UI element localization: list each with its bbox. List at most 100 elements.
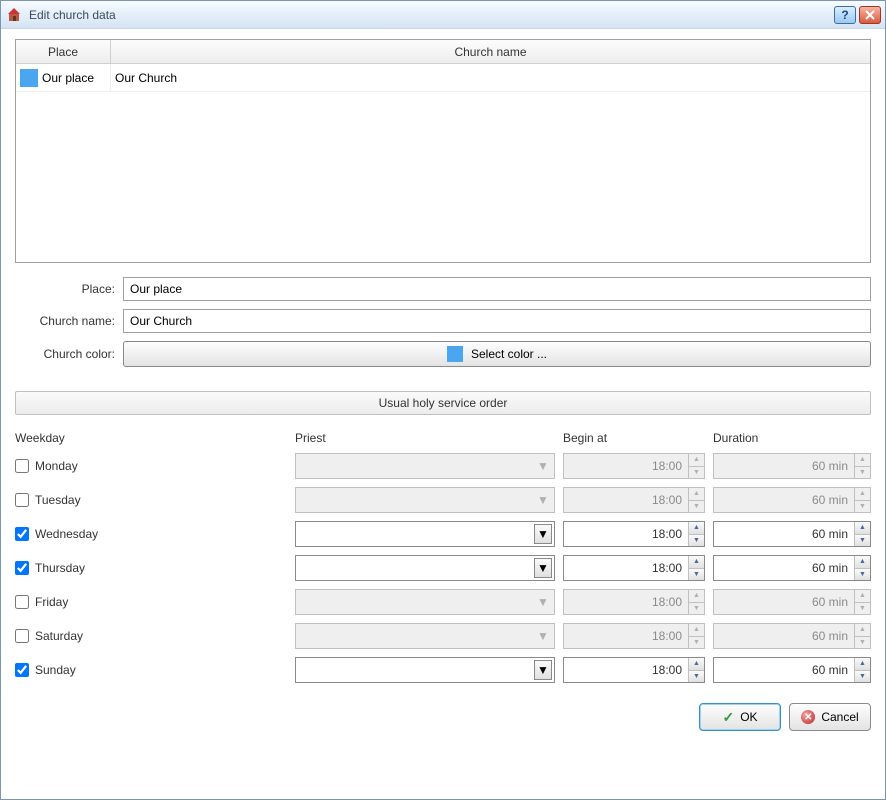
weekday-checkbox-monday[interactable] <box>15 459 29 473</box>
duration-spinner[interactable]: 60 min▲▼ <box>713 657 871 683</box>
spin-up-icon[interactable]: ▲ <box>855 522 870 535</box>
schedule-row-monday: Monday▼18:00▲▼60 min▲▼ <box>15 449 871 483</box>
spin-controls: ▲▼ <box>688 522 704 546</box>
ok-button[interactable]: ✓ OK <box>699 703 781 731</box>
weekday-label: Wednesday <box>35 527 98 541</box>
duration-value: 60 min <box>714 459 854 473</box>
app-icon <box>7 7 23 23</box>
place-input[interactable] <box>123 277 871 301</box>
weekday-checkbox-thursday[interactable] <box>15 561 29 575</box>
duration-spinner[interactable]: 60 min▲▼ <box>713 555 871 581</box>
spin-down-icon[interactable]: ▼ <box>689 569 704 581</box>
chevron-down-icon: ▼ <box>534 626 552 646</box>
col-header-begin: Begin at <box>555 431 705 445</box>
duration-value: 60 min <box>714 527 854 541</box>
begin-value: 18:00 <box>564 561 688 575</box>
duration-value: 60 min <box>714 663 854 677</box>
spin-down-icon[interactable]: ▼ <box>855 535 870 547</box>
duration-value: 60 min <box>714 561 854 575</box>
schedule-row-sunday: Sunday▼18:00▲▼60 min▲▼ <box>15 653 871 687</box>
window-title: Edit church data <box>29 8 834 22</box>
spin-up-icon[interactable]: ▲ <box>689 522 704 535</box>
schedule-row-friday: Friday▼18:00▲▼60 min▲▼ <box>15 585 871 619</box>
spin-down-icon[interactable]: ▼ <box>855 569 870 581</box>
color-swatch-icon <box>447 346 463 362</box>
weekday-cell: Sunday <box>15 663 295 677</box>
begin-spinner: 18:00▲▼ <box>563 589 705 615</box>
begin-value: 18:00 <box>564 663 688 677</box>
priest-dropdown: ▼ <box>295 589 555 615</box>
duration-value: 60 min <box>714 629 854 643</box>
weekday-checkbox-wednesday[interactable] <box>15 527 29 541</box>
priest-cell: ▼ <box>295 623 555 649</box>
duration-cell: 60 min▲▼ <box>705 487 871 513</box>
spin-down-icon: ▼ <box>855 637 870 649</box>
church-color-label: Church color: <box>15 347 115 361</box>
chevron-down-icon: ▼ <box>534 592 552 612</box>
spin-controls: ▲▼ <box>854 556 870 580</box>
spin-up-icon[interactable]: ▲ <box>855 658 870 671</box>
spin-down-icon: ▼ <box>689 603 704 615</box>
priest-dropdown[interactable]: ▼ <box>295 555 555 581</box>
weekday-checkbox-tuesday[interactable] <box>15 493 29 507</box>
spin-down-icon[interactable]: ▼ <box>855 671 870 683</box>
weekday-label: Monday <box>35 459 78 473</box>
weekday-checkbox-saturday[interactable] <box>15 629 29 643</box>
begin-spinner[interactable]: 18:00▲▼ <box>563 555 705 581</box>
ok-label: OK <box>740 710 757 724</box>
weekday-label: Sunday <box>35 663 76 677</box>
table-row[interactable]: Our placeOur Church <box>16 64 870 92</box>
cell-name: Our Church <box>111 64 870 91</box>
select-color-button[interactable]: Select color ... <box>123 341 871 367</box>
duration-cell: 60 min▲▼ <box>705 623 871 649</box>
begin-cell: 18:00▲▼ <box>555 453 705 479</box>
weekday-label: Saturday <box>35 629 83 643</box>
duration-spinner: 60 min▲▼ <box>713 589 871 615</box>
begin-spinner: 18:00▲▼ <box>563 623 705 649</box>
spin-controls: ▲▼ <box>688 590 704 614</box>
priest-cell: ▼ <box>295 453 555 479</box>
weekday-checkbox-friday[interactable] <box>15 595 29 609</box>
spin-down-icon[interactable]: ▼ <box>689 535 704 547</box>
spin-up-icon[interactable]: ▲ <box>689 658 704 671</box>
spin-up-icon[interactable]: ▲ <box>855 556 870 569</box>
spin-controls: ▲▼ <box>688 624 704 648</box>
weekday-cell: Wednesday <box>15 527 295 541</box>
duration-spinner[interactable]: 60 min▲▼ <box>713 521 871 547</box>
begin-spinner[interactable]: 18:00▲▼ <box>563 657 705 683</box>
begin-cell: 18:00▲▼ <box>555 555 705 581</box>
duration-cell: 60 min▲▼ <box>705 657 871 683</box>
window-controls: ? <box>834 6 881 24</box>
spin-up-icon: ▲ <box>689 454 704 467</box>
church-name-input[interactable] <box>123 309 871 333</box>
spin-down-icon: ▼ <box>855 603 870 615</box>
begin-spinner[interactable]: 18:00▲▼ <box>563 521 705 547</box>
priest-dropdown[interactable]: ▼ <box>295 657 555 683</box>
spin-down-icon: ▼ <box>689 501 704 513</box>
check-icon: ✓ <box>722 709 734 726</box>
spin-up-icon[interactable]: ▲ <box>689 556 704 569</box>
cancel-button[interactable]: ✕ Cancel <box>789 703 871 731</box>
help-button[interactable]: ? <box>834 6 856 24</box>
cell-place: Our place <box>16 64 111 91</box>
spin-down-icon[interactable]: ▼ <box>689 671 704 683</box>
priest-dropdown[interactable]: ▼ <box>295 521 555 547</box>
schedule-head: Weekday Priest Begin at Duration <box>15 431 871 445</box>
content-area: Place Church name Our placeOur Church Pl… <box>1 29 885 799</box>
spin-controls: ▲▼ <box>688 488 704 512</box>
spin-up-icon: ▲ <box>855 454 870 467</box>
col-header-place[interactable]: Place <box>16 40 111 64</box>
church-grid[interactable]: Place Church name Our placeOur Church <box>15 39 871 263</box>
spin-controls: ▲▼ <box>854 522 870 546</box>
close-button[interactable] <box>859 6 881 24</box>
weekday-checkbox-sunday[interactable] <box>15 663 29 677</box>
begin-value: 18:00 <box>564 459 688 473</box>
weekday-label: Friday <box>35 595 68 609</box>
col-header-name[interactable]: Church name <box>111 40 870 64</box>
spin-down-icon: ▼ <box>855 501 870 513</box>
spin-controls: ▲▼ <box>688 658 704 682</box>
titlebar: Edit church data ? <box>1 1 885 29</box>
spin-controls: ▲▼ <box>854 658 870 682</box>
begin-value: 18:00 <box>564 493 688 507</box>
begin-spinner: 18:00▲▼ <box>563 453 705 479</box>
